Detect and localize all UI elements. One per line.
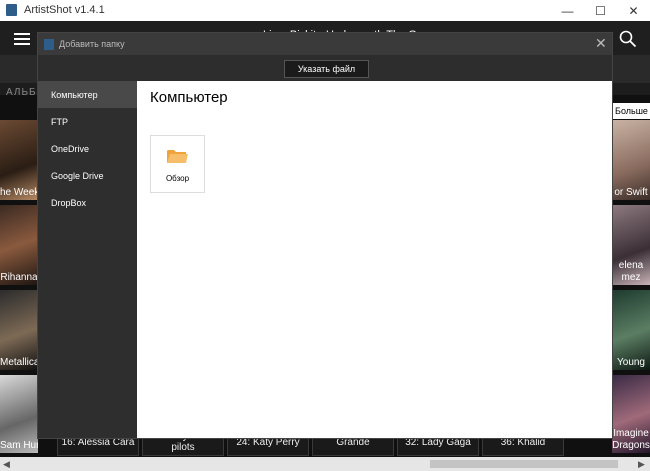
folder-icon bbox=[167, 150, 188, 163]
close-button[interactable]: ✕ bbox=[617, 0, 650, 21]
dialog-titlebar: Добавить папку ✕ bbox=[38, 33, 612, 55]
album-caption: Young bbox=[617, 357, 645, 368]
window-titlebar: ArtistShot v1.4.1 — ☐ ✕ bbox=[0, 0, 650, 21]
source-sidebar: Компьютер FTP OneDrive Google Drive Drop… bbox=[38, 81, 137, 438]
album-caption: he Weeknd bbox=[0, 187, 38, 198]
add-folder-dialog: Добавить папку ✕ Указать файл Компьютер … bbox=[38, 33, 612, 438]
sidebar-item-dropbox[interactable]: DropBox bbox=[38, 189, 137, 216]
album-tile[interactable]: elena mez bbox=[612, 205, 650, 285]
choose-file-button[interactable]: Указать файл bbox=[284, 60, 369, 78]
search-icon[interactable] bbox=[619, 30, 637, 48]
window-title: ArtistShot v1.4.1 bbox=[24, 4, 105, 16]
sidebar-item-label: Google Drive bbox=[51, 171, 104, 181]
album-caption: or Swift bbox=[614, 187, 648, 198]
content-title: Компьютер bbox=[150, 89, 228, 106]
browse-label: Обзор bbox=[165, 174, 190, 183]
maximize-button[interactable]: ☐ bbox=[584, 0, 617, 21]
dialog-toolbar: Указать файл bbox=[38, 55, 612, 81]
album-tile[interactable]: Rihanna bbox=[0, 205, 38, 285]
album-tile[interactable]: Sam Hunt bbox=[0, 375, 38, 453]
album-caption: Rihanna bbox=[0, 272, 38, 283]
sidebar-item-google-drive[interactable]: Google Drive bbox=[38, 162, 137, 189]
horizontal-scrollbar[interactable]: ◀ ▶ bbox=[0, 457, 650, 471]
album-tile[interactable]: Metallica bbox=[0, 290, 38, 370]
album-caption: Imagine Dragons bbox=[612, 428, 650, 451]
album-caption: Sam Hunt bbox=[0, 440, 38, 451]
album-tile[interactable]: he Weeknd bbox=[0, 120, 38, 200]
more-button[interactable]: Больше bbox=[613, 103, 650, 119]
album-tile[interactable]: or Swift bbox=[612, 120, 650, 200]
dialog-content: Компьютер Обзор bbox=[137, 81, 612, 438]
sidebar-item-computer[interactable]: Компьютер bbox=[38, 81, 137, 108]
scroll-left-icon[interactable]: ◀ bbox=[3, 459, 10, 470]
sidebar-item-label: FTP bbox=[51, 117, 68, 127]
app-icon bbox=[44, 39, 54, 50]
sidebar-item-label: OneDrive bbox=[51, 144, 90, 154]
album-tile[interactable]: Imagine Dragons bbox=[612, 375, 650, 453]
dialog-close-icon[interactable]: ✕ bbox=[595, 35, 607, 52]
menu-icon[interactable] bbox=[14, 33, 30, 45]
sidebar-item-ftp[interactable]: FTP bbox=[38, 108, 137, 135]
dialog-title: Добавить папку bbox=[59, 39, 125, 49]
scrollbar-thumb[interactable] bbox=[430, 460, 618, 468]
sidebar-item-label: DropBox bbox=[51, 198, 87, 208]
sidebar-item-onedrive[interactable]: OneDrive bbox=[38, 135, 137, 162]
browse-button[interactable]: Обзор bbox=[150, 135, 205, 193]
scroll-right-icon[interactable]: ▶ bbox=[638, 459, 645, 470]
album-caption: elena mez bbox=[618, 260, 644, 283]
album-caption: Metallica bbox=[0, 357, 38, 368]
app-icon bbox=[6, 4, 17, 16]
sidebar-item-label: Компьютер bbox=[51, 90, 98, 100]
minimize-button[interactable]: — bbox=[551, 0, 584, 21]
album-tile[interactable]: Young bbox=[612, 290, 650, 370]
